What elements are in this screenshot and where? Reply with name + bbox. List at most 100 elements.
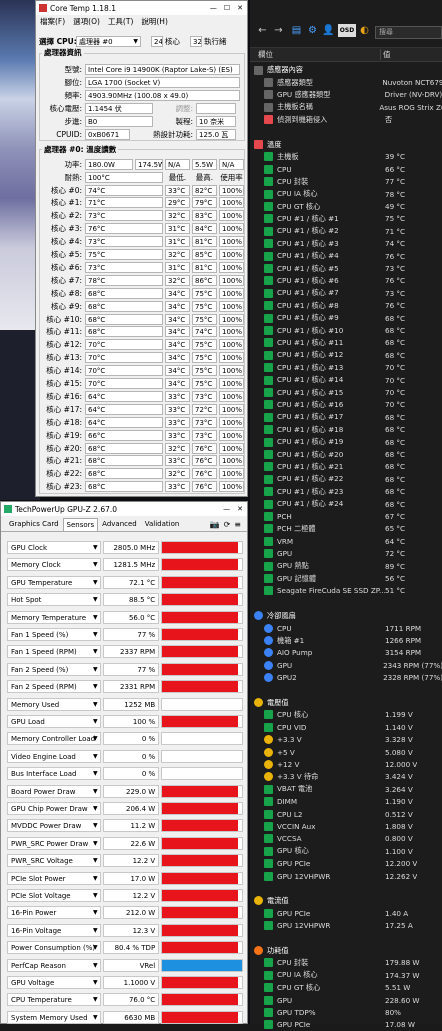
sensor-name-dropdown[interactable]: Board Power Draw xyxy=(7,784,101,798)
minimize-icon[interactable]: — xyxy=(210,4,217,12)
sensor-row[interactable]: AIO Pump 3154 RPM xyxy=(250,647,442,659)
sensor-row[interactable]: GPU 記憶體 56 °C xyxy=(250,572,442,584)
sensor-row[interactable]: CPU #1 / 核心 #24 68 °C xyxy=(250,498,442,510)
sensor-name-dropdown[interactable]: PCIe Slot Power xyxy=(7,871,101,885)
sensor-row[interactable]: GPU 12VHPWR 17.25 A xyxy=(250,920,442,932)
settings-icon[interactable]: ⚙ xyxy=(306,24,319,37)
sensor-row[interactable]: CPU IA 核心 174.37 W xyxy=(250,969,442,981)
menu-options[interactable]: 選項(O) xyxy=(73,16,100,27)
sensor-name-dropdown[interactable]: 16-Pin Power xyxy=(7,906,101,920)
sensor-row[interactable]: CPU #1 / 核心 #12 68 °C xyxy=(250,349,442,361)
sensor-name-dropdown[interactable]: Fan 2 Speed (RPM) xyxy=(7,680,101,694)
clock-icon[interactable]: ◐ xyxy=(358,24,371,37)
sensor-row[interactable]: GPU 2343 RPM (77%) xyxy=(250,659,442,671)
camera-icon[interactable]: 📷 xyxy=(210,520,220,529)
sensor-row[interactable]: 主機板 39 °C xyxy=(250,151,442,163)
sensor-name-dropdown[interactable]: Fan 1 Speed (%) xyxy=(7,628,101,641)
sensor-row[interactable]: +3.3 V 待命 3.424 V xyxy=(250,771,442,783)
menu-file[interactable]: 檔案(F) xyxy=(40,16,65,27)
sensor-name-dropdown[interactable]: Fan 2 Speed (%) xyxy=(7,662,101,676)
sensor-row[interactable]: CPU IA 核心 78 °C xyxy=(250,188,442,200)
sensor-name-dropdown[interactable]: GPU Voltage xyxy=(7,976,101,989)
sensor-row[interactable]: VCCIN Aux 1.808 V xyxy=(250,820,442,832)
sensor-name-dropdown[interactable]: Fan 1 Speed (RPM) xyxy=(7,645,101,659)
sensor-name-dropdown[interactable]: Hot Spot xyxy=(7,593,101,607)
sensor-section-header[interactable]: 感應器內容 xyxy=(250,64,442,76)
sensor-row[interactable]: CPU #1 / 核心 #16 70 °C xyxy=(250,399,442,411)
sensor-section-header[interactable]: 電流值 xyxy=(250,895,442,907)
sensor-section-header[interactable]: 冷卻風扇 xyxy=(250,610,442,622)
sensor-row[interactable]: Seagate FireCuda SE SSD ZP... 51 °C xyxy=(250,585,442,597)
sensor-row[interactable]: CPU #1 / 核心 #13 70 °C xyxy=(250,362,442,374)
tab-graphics-card[interactable]: Graphics Card xyxy=(5,517,63,531)
user-icon[interactable]: 👤 xyxy=(322,24,335,37)
sensor-row[interactable]: VBAT 電池 3.264 V xyxy=(250,783,442,795)
sensor-row[interactable]: 感應器類型 Nuvoton NCT679 xyxy=(250,76,442,88)
osd-icon[interactable]: OSD xyxy=(338,24,356,37)
sensor-row[interactable]: CPU #1 / 核心 #22 68 °C xyxy=(250,473,442,485)
sensor-name-dropdown[interactable]: 16-Pin Voltage xyxy=(7,923,101,937)
sensor-row[interactable]: CPU #1 / 核心 #2 71 °C xyxy=(250,225,442,237)
sensor-name-dropdown[interactable]: PCIe Slot Voltage xyxy=(7,889,101,902)
sensor-row[interactable]: CPU #1 / 核心 #10 68 °C xyxy=(250,324,442,336)
minimize-icon[interactable]: — xyxy=(223,505,230,513)
sensor-row[interactable]: VRM 64 °C xyxy=(250,535,442,547)
sensor-row[interactable]: CPU #1 / 核心 #7 73 °C xyxy=(250,287,442,299)
sensor-row[interactable]: CPU #1 / 核心 #18 68 °C xyxy=(250,424,442,436)
sensor-row[interactable]: +3.3 V 3.328 V xyxy=(250,734,442,746)
menu-tools[interactable]: 工具(T) xyxy=(108,16,133,27)
sensor-row[interactable]: CPU 封裝 179.88 W xyxy=(250,957,442,969)
sensor-name-dropdown[interactable]: Memory Used xyxy=(7,697,101,711)
sensor-row[interactable]: GPU 228.60 W xyxy=(250,994,442,1006)
sensor-name-dropdown[interactable]: CPU Temperature xyxy=(7,993,101,1007)
back-arrow-icon[interactable]: ← xyxy=(256,24,269,37)
tab-sensors[interactable]: Sensors xyxy=(62,518,99,531)
sensor-row[interactable]: CPU 封裝 77 °C xyxy=(250,176,442,188)
sensor-name-dropdown[interactable]: System Memory Used xyxy=(7,1010,101,1024)
sensor-name-dropdown[interactable]: PWR_SRC Power Draw xyxy=(7,836,101,850)
sensor-row[interactable]: 機箱 #1 1266 RPM xyxy=(250,634,442,646)
col-value-header[interactable]: 值 xyxy=(380,49,391,60)
sensor-row[interactable]: GPU 72 °C xyxy=(250,548,442,560)
sensor-row[interactable]: GPU PCIe 17.08 W xyxy=(250,1019,442,1031)
sensor-name-dropdown[interactable]: Video Engine Load xyxy=(7,749,101,763)
col-field-header[interactable]: 欄位 xyxy=(250,49,380,60)
sensor-row[interactable]: CPU GT 核心 49 °C xyxy=(250,200,442,212)
sensor-name-dropdown[interactable]: GPU Temperature xyxy=(7,575,101,589)
sensor-row[interactable]: CPU 66 °C xyxy=(250,163,442,175)
sensor-row[interactable]: 主機板名稱 Asus ROG Strix Z6 xyxy=(250,101,442,113)
sensor-section-header[interactable]: 溫度 xyxy=(250,138,442,150)
sensor-row[interactable]: PCH 二極體 65 °C xyxy=(250,523,442,535)
sensor-row[interactable]: CPU #1 / 核心 #19 68 °C xyxy=(250,436,442,448)
sensor-row[interactable]: CPU #1 / 核心 #6 76 °C xyxy=(250,275,442,287)
sensor-name-dropdown[interactable]: Memory Clock xyxy=(7,558,101,572)
sensor-row[interactable]: CPU 1711 RPM xyxy=(250,622,442,634)
sensor-row[interactable]: +12 V 12.000 V xyxy=(250,758,442,770)
sensor-name-dropdown[interactable]: GPU Chip Power Draw xyxy=(7,802,101,815)
sensor-row[interactable]: CPU #1 / 核心 #14 70 °C xyxy=(250,374,442,386)
sensor-row[interactable]: CPU GT 核心 5.51 W xyxy=(250,982,442,994)
sensor-row[interactable]: CPU #1 / 核心 #1 75 °C xyxy=(250,213,442,225)
sensor-row[interactable]: CPU #1 / 核心 #4 76 °C xyxy=(250,250,442,262)
sensor-name-dropdown[interactable]: Memory Controller Load xyxy=(7,732,101,746)
sensor-row[interactable]: CPU #1 / 核心 #17 68 °C xyxy=(250,411,442,423)
sensor-row[interactable]: CPU #1 / 核心 #23 68 °C xyxy=(250,486,442,498)
sensor-name-dropdown[interactable]: Bus Interface Load xyxy=(7,767,101,781)
forward-arrow-icon[interactable]: → xyxy=(272,24,285,37)
close-icon[interactable]: ✕ xyxy=(237,4,243,12)
sensor-name-dropdown[interactable]: Power Consumption (%) xyxy=(7,941,101,955)
sensor-row[interactable]: GPU PCIe 12.200 V xyxy=(250,858,442,870)
gpuz-titlebar[interactable]: TechPowerUp GPU-Z 2.67.0 — ✕ xyxy=(1,502,247,516)
maximize-icon[interactable]: ☐ xyxy=(224,4,230,12)
sensor-name-dropdown[interactable]: GPU Clock xyxy=(7,541,101,554)
sensor-row[interactable]: GPU 核心 1.100 V xyxy=(250,845,442,857)
sensor-name-dropdown[interactable]: PerfCap Reason xyxy=(7,958,101,972)
sensor-row[interactable]: CPU #1 / 核心 #5 73 °C xyxy=(250,262,442,274)
sensor-row[interactable]: GPU2 2328 RPM (77%) xyxy=(250,672,442,684)
sensor-row[interactable]: CPU #1 / 核心 #3 74 °C xyxy=(250,238,442,250)
tab-advanced[interactable]: Advanced xyxy=(98,517,141,531)
sensor-row[interactable]: CPU VID 1.140 V xyxy=(250,721,442,733)
refresh-icon[interactable]: ⟳ xyxy=(224,520,231,529)
menu-icon[interactable]: ≡ xyxy=(234,520,241,529)
sensor-row[interactable]: CPU #1 / 核心 #8 76 °C xyxy=(250,300,442,312)
